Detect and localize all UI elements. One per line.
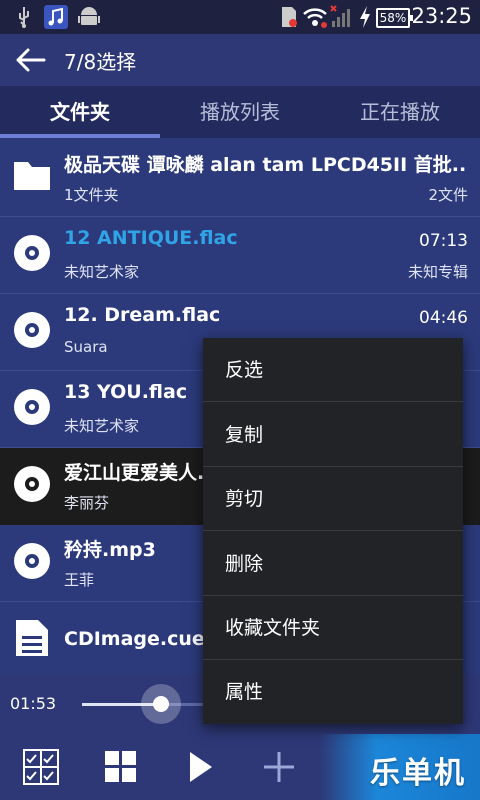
play-icon[interactable] — [174, 742, 224, 792]
app-bar: 7/8选择 — [0, 34, 480, 86]
add-icon[interactable] — [254, 742, 304, 792]
disc-icon — [14, 543, 50, 579]
tab-folders[interactable]: 文件夹 — [0, 86, 160, 138]
item-file-count: 2文件 — [428, 186, 468, 204]
tab-indicator — [0, 134, 160, 138]
status-bar: 58% 23:25 — [0, 0, 480, 34]
menu-item-copy[interactable]: 复制 — [203, 403, 463, 467]
item-artist: 李丽芬 — [64, 494, 110, 512]
tab-playlists[interactable]: 播放列表 — [160, 86, 320, 138]
signal-icon — [330, 5, 350, 27]
item-artist: 未知艺术家 — [64, 263, 140, 281]
current-time: 01:53 — [10, 694, 57, 713]
item-subtitle: 1文件夹 — [64, 186, 119, 204]
menu-item-properties[interactable]: 属性 — [203, 660, 463, 724]
grid-view-icon[interactable] — [95, 742, 145, 792]
tab-bar: 文件夹 播放列表 正在播放 — [0, 86, 480, 138]
menu-item-invert-selection[interactable]: 反选 — [203, 338, 463, 402]
status-time: 23:25 — [411, 4, 472, 28]
seek-thumb[interactable] — [141, 684, 182, 724]
item-title: 极品天碟 谭咏麟 alan tam LPCD45II 首批... — [64, 154, 468, 176]
charging-icon — [360, 6, 370, 28]
disc-icon — [14, 235, 50, 271]
multi-select-icon[interactable] — [16, 742, 66, 792]
list-item[interactable]: 极品天碟 谭咏麟 alan tam LPCD45II 首批... 1文件夹 2文… — [0, 140, 480, 217]
item-duration: 07:13 — [419, 231, 468, 251]
wifi-icon — [303, 8, 327, 28]
battery-indicator: 58% — [376, 8, 413, 28]
usb-icon — [19, 7, 29, 28]
item-artist: Suara — [64, 338, 108, 356]
item-artist: 王菲 — [64, 571, 95, 589]
sim-card-icon — [282, 7, 297, 27]
item-title: 12. Dream.flac — [64, 304, 221, 326]
disc-icon — [14, 312, 50, 348]
back-arrow-icon[interactable] — [14, 44, 50, 76]
tab-now-playing[interactable]: 正在播放 — [320, 86, 480, 138]
context-menu: 反选 复制 剪切 删除 收藏文件夹 属性 — [203, 338, 463, 724]
item-duration: 04:46 — [419, 308, 468, 328]
item-artist: 未知艺术家 — [64, 417, 140, 435]
list-item[interactable]: 12 ANTIQUE.flac 未知艺术家 07:13 未知专辑 — [0, 217, 480, 294]
menu-item-delete[interactable]: 删除 — [203, 532, 463, 596]
menu-item-cut[interactable]: 剪切 — [203, 467, 463, 531]
android-icon — [78, 7, 100, 25]
disc-icon — [14, 389, 50, 425]
watermark-logo: 乐单机 — [370, 756, 466, 791]
page-title: 7/8选择 — [64, 50, 137, 74]
item-title: 12 ANTIQUE.flac — [64, 227, 238, 249]
music-app-icon — [44, 5, 68, 29]
menu-item-favorite-folder[interactable]: 收藏文件夹 — [203, 596, 463, 660]
document-icon — [16, 620, 48, 656]
folder-icon — [14, 162, 50, 190]
disc-icon — [14, 466, 50, 502]
item-album: 未知专辑 — [407, 263, 468, 281]
